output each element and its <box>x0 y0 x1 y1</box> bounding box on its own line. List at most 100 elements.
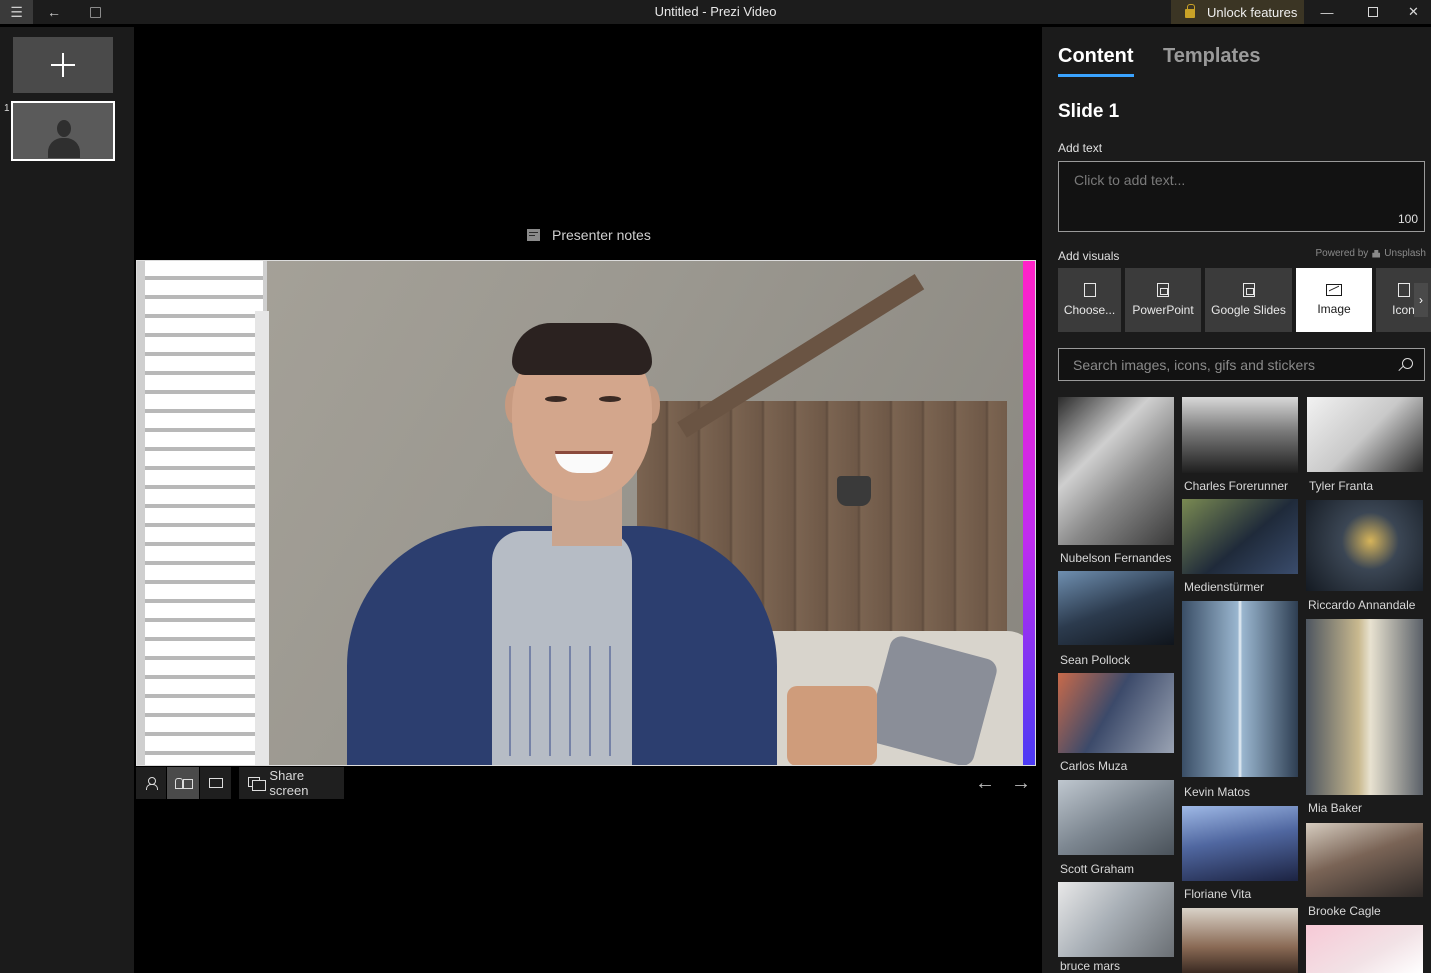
next-arrow-icon[interactable]: → <box>1011 773 1031 793</box>
image-label: Image <box>1317 302 1351 316</box>
icon-icon <box>1397 283 1410 297</box>
slide-title: Slide 1 <box>1058 101 1120 122</box>
presenter-shirt-pattern <box>503 646 623 756</box>
minimize-icon[interactable]: — <box>1304 0 1350 24</box>
google-slides-button[interactable]: Google Slides <box>1205 268 1292 332</box>
photo-credit: Medienstürmer <box>1184 580 1265 594</box>
chevron-right-icon[interactable]: › <box>1414 283 1428 317</box>
presenter-notes-toggle[interactable]: Presenter notes <box>527 227 651 243</box>
powerpoint-button[interactable]: PowerPoint <box>1125 268 1201 332</box>
photo-credit: bruce mars <box>1060 959 1121 973</box>
photo-result[interactable]: Kevin Matos <box>1182 601 1298 799</box>
photo-thumbnail <box>1182 397 1298 473</box>
slides-panel: 1 <box>0 27 134 973</box>
share-screen-icon <box>248 777 267 791</box>
choose-visual-button[interactable]: Choose... <box>1058 268 1121 332</box>
title-bar: ☰ ← Untitled - Prezi Video Unlock featur… <box>0 0 1431 24</box>
book-icon <box>1083 283 1096 297</box>
photo-result[interactable]: Carlos Muza <box>1058 673 1174 773</box>
powerpoint-label: PowerPoint <box>1132 303 1194 317</box>
add-text-field[interactable]: Click to add text... 100 <box>1058 161 1425 232</box>
photo-thumbnail <box>1058 397 1174 545</box>
photo-thumbnail <box>1182 499 1298 574</box>
maximize-icon[interactable] <box>1350 0 1396 24</box>
photo-thumbnail <box>1306 500 1423 591</box>
photo-result[interactable]: Charles Forerunner <box>1182 397 1298 493</box>
slide-thumbnail[interactable] <box>11 101 115 161</box>
video-wall-lamp <box>837 476 871 506</box>
person-with-content-icon <box>175 778 193 789</box>
photo-result[interactable]: Scott Graham <box>1058 780 1174 876</box>
layout-content-only-button[interactable] <box>200 767 231 799</box>
unlock-features-label: Unlock features <box>1207 4 1298 20</box>
unsplash-label: Unsplash <box>1384 248 1426 259</box>
lock-icon <box>1185 4 1195 18</box>
powerpoint-icon <box>1157 283 1169 297</box>
tab-templates[interactable]: Templates <box>1163 45 1260 68</box>
previous-arrow-icon[interactable]: ← <box>975 773 995 793</box>
add-text-label: Add text <box>1058 141 1103 155</box>
video-pillow <box>787 686 877 765</box>
slide-number: 1 <box>4 103 10 114</box>
add-slide-button[interactable] <box>13 37 113 93</box>
hamburger-menu-icon[interactable]: ☰ <box>0 0 33 24</box>
slides-icon <box>1242 283 1255 297</box>
photo-thumbnail <box>1182 601 1298 777</box>
photo-thumbnail <box>1182 908 1298 973</box>
presenter-eye <box>599 396 621 402</box>
layout-person-only-button[interactable] <box>136 767 166 799</box>
photo-thumbnail <box>1058 882 1174 957</box>
save-icon[interactable] <box>82 0 108 24</box>
photo-credit: Carlos Muza <box>1060 759 1128 773</box>
powered-by-label: Powered by <box>1315 248 1369 259</box>
photo-credit: Charles Forerunner <box>1184 479 1289 493</box>
photo-thumbnail <box>1307 397 1423 472</box>
photo-credit: Scott Graham <box>1060 862 1135 876</box>
photo-credit: Floriane Vita <box>1184 887 1252 901</box>
person-placeholder-icon <box>57 120 71 137</box>
photo-result[interactable]: Mia Baker <box>1306 619 1423 815</box>
photo-result[interactable] <box>1182 908 1298 973</box>
photo-result[interactable]: Tyler Franta <box>1307 397 1423 493</box>
photo-result[interactable]: Medienstürmer <box>1182 499 1298 594</box>
unlock-features-button[interactable]: Unlock features <box>1171 0 1304 24</box>
photo-credit: Brooke Cagle <box>1308 904 1381 918</box>
presenter-eye <box>545 396 567 402</box>
photo-result[interactable]: Floriane Vita <box>1182 806 1298 901</box>
photo-result[interactable] <box>1306 925 1423 973</box>
video-shutters <box>145 261 263 765</box>
photo-thumbnail <box>1306 925 1423 973</box>
photo-thumbnail <box>1058 780 1174 855</box>
add-visuals-label: Add visuals <box>1058 249 1120 263</box>
rectangle-icon <box>208 778 223 788</box>
presenter-hair <box>512 323 652 375</box>
tab-content[interactable]: Content <box>1058 45 1134 68</box>
notes-icon <box>527 229 540 241</box>
video-window-frame <box>255 311 269 765</box>
content-panel: Content Templates Slide 1 Add text Click… <box>1042 27 1431 973</box>
person-icon <box>146 777 158 790</box>
image-button[interactable]: Image <box>1296 268 1372 332</box>
photo-result[interactable]: Nubelson Fernandes <box>1058 397 1174 565</box>
photo-thumbnail <box>1058 673 1174 753</box>
photo-result[interactable]: Riccardo Annandale <box>1306 500 1423 612</box>
photo-result[interactable]: Sean Pollock <box>1058 571 1174 667</box>
photo-result[interactable]: Brooke Cagle <box>1306 823 1423 918</box>
back-arrow-icon[interactable]: ← <box>40 0 68 24</box>
photo-credit: Nubelson Fernandes <box>1060 551 1172 565</box>
photo-credit: Kevin Matos <box>1184 785 1251 799</box>
plus-icon <box>51 53 75 77</box>
photo-credit: Tyler Franta <box>1309 479 1374 493</box>
add-text-placeholder: Click to add text... <box>1074 172 1186 188</box>
photo-thumbnail <box>1058 571 1174 645</box>
photo-result[interactable]: bruce mars <box>1058 882 1174 973</box>
search-input[interactable]: Search images, icons, gifs and stickers <box>1058 348 1425 381</box>
layout-side-by-side-button[interactable] <box>167 767 199 799</box>
share-screen-button[interactable]: Share screen <box>239 767 344 799</box>
photo-thumbnail <box>1306 823 1423 897</box>
unsplash-logo-icon <box>1372 249 1381 258</box>
close-icon[interactable]: ✕ <box>1396 0 1431 24</box>
photo-credit: Mia Baker <box>1308 801 1363 815</box>
character-limit: 100 <box>1397 212 1418 226</box>
search-icon[interactable] <box>1402 358 1413 369</box>
